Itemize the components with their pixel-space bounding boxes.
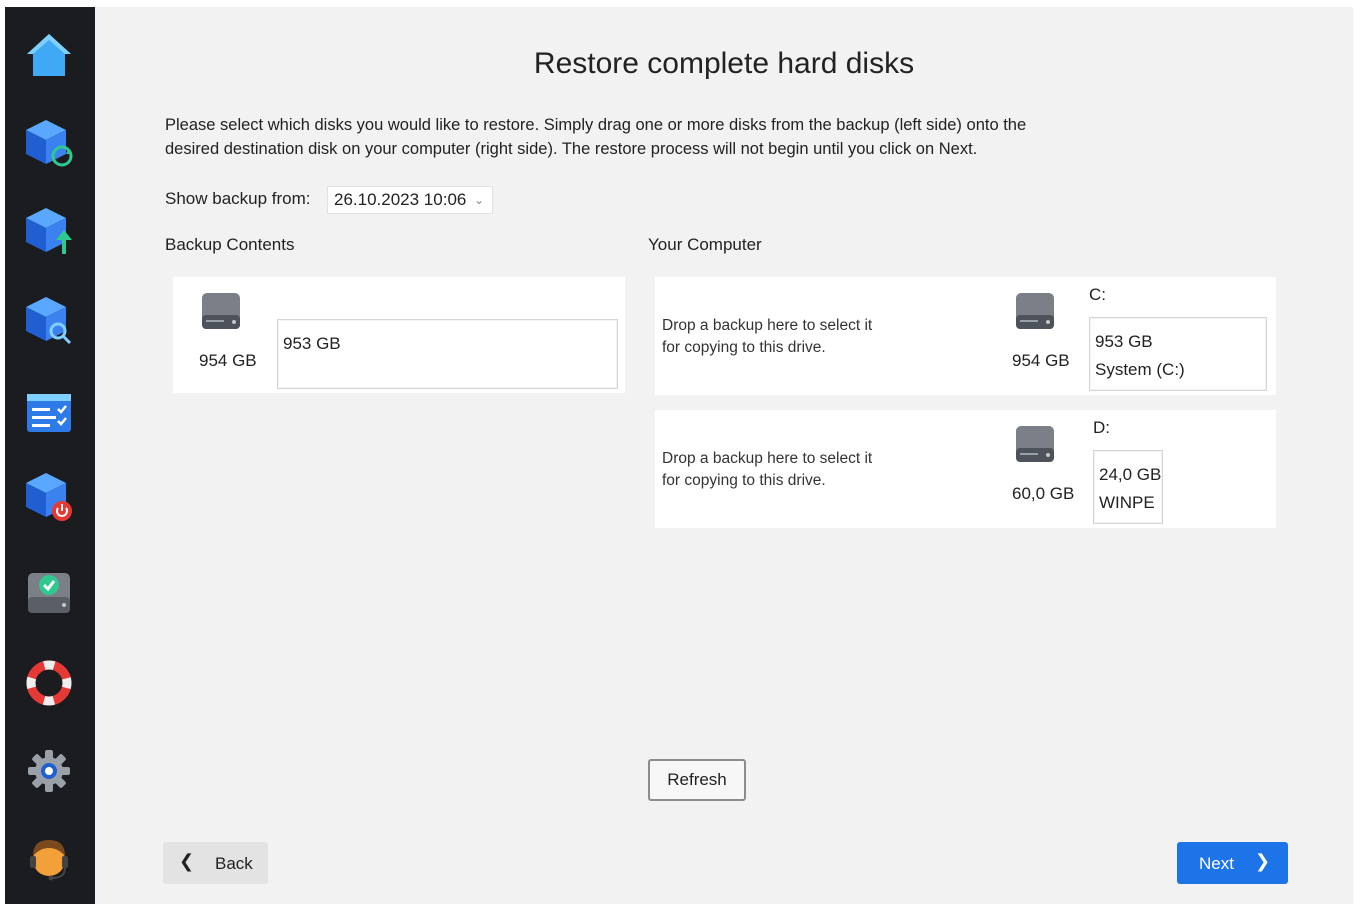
- hard-disk-icon: [201, 291, 241, 336]
- hard-disk-icon: [1015, 291, 1055, 336]
- drop-hint-line-2: for copying to this drive.: [662, 472, 826, 489]
- back-button-label: Back: [215, 854, 253, 873]
- drive-c-partition[interactable]: 953 GB System (C:): [1089, 317, 1267, 391]
- instructions-line-1: Please select which disks you would like…: [165, 116, 1027, 134]
- instructions-line-2: desired destination disk on your compute…: [165, 140, 978, 158]
- home-icon[interactable]: [19, 25, 79, 85]
- backup-disk-size: 954 GB: [199, 351, 257, 370]
- backup-power-icon[interactable]: [19, 467, 79, 527]
- chevron-down-icon: ⌄: [473, 193, 484, 207]
- drive-letter-d: D:: [1093, 418, 1110, 437]
- drive-c-partition-size: 953 GB: [1095, 332, 1153, 351]
- page-title: Restore complete hard disks: [533, 47, 915, 80]
- backup-search-icon[interactable]: [19, 290, 79, 350]
- drive-c-disk-size: 954 GB: [1012, 351, 1070, 370]
- backup-partition-size: 953 GB: [283, 334, 341, 353]
- backup-partition[interactable]: 953 GB: [277, 319, 618, 389]
- drop-target-drive-c[interactable]: Drop a backup here to select it for copy…: [655, 277, 1276, 395]
- chevron-right-icon: ❯: [1255, 851, 1271, 871]
- main-content: Restore complete hard disks Please selec…: [95, 7, 1353, 904]
- next-button[interactable]: Next ❯: [1177, 842, 1288, 884]
- drive-d-disk-size: 60,0 GB: [1012, 484, 1075, 503]
- drop-hint-line-1: Drop a backup here to select it: [662, 450, 873, 467]
- chevron-left-icon: ❮: [179, 851, 195, 871]
- backup-date-value: 26.10.2023 10:06: [334, 190, 467, 209]
- next-button-label: Next: [1199, 854, 1234, 873]
- drop-hint-c: Drop a backup here to select it for copy…: [662, 315, 872, 359]
- instructions-text: Please select which disks you would like…: [165, 113, 1125, 161]
- show-backup-label: Show backup from:: [165, 189, 311, 208]
- hard-disk-icon: [1015, 424, 1055, 469]
- drive-letter-c: C:: [1089, 285, 1106, 304]
- backup-disk-item[interactable]: 954 GB 953 GB: [173, 277, 625, 393]
- support-agent-icon[interactable]: [19, 830, 79, 890]
- backup-date-select[interactable]: 26.10.2023 10:06 ⌄: [327, 186, 493, 214]
- drive-c-partition-label: System (C:): [1095, 360, 1185, 379]
- drop-hint-line-1: Drop a backup here to select it: [662, 317, 873, 334]
- drop-hint-line-2: for copying to this drive.: [662, 339, 826, 356]
- settings-gear-icon[interactable]: [19, 741, 79, 801]
- drop-target-drive-d[interactable]: Drop a backup here to select it for copy…: [655, 410, 1276, 528]
- lifebuoy-icon[interactable]: [19, 653, 79, 713]
- sidebar: [5, 7, 95, 904]
- task-list-icon[interactable]: [19, 383, 79, 443]
- drive-d-partition-size: 24,0 GB: [1099, 465, 1162, 484]
- backup-upload-icon[interactable]: [19, 201, 79, 261]
- window-right-border: [1353, 0, 1360, 904]
- drive-d-partition-label: WINPE: [1099, 493, 1155, 512]
- backup-refresh-icon[interactable]: [19, 113, 79, 173]
- drive-check-icon[interactable]: [19, 562, 79, 622]
- drive-d-partition[interactable]: 24,0 GB WINPE: [1093, 450, 1163, 524]
- backup-contents-heading: Backup Contents: [165, 235, 295, 254]
- drop-hint-d: Drop a backup here to select it for copy…: [662, 448, 872, 492]
- refresh-button[interactable]: Refresh: [648, 759, 746, 801]
- your-computer-heading: Your Computer: [648, 235, 762, 254]
- back-button[interactable]: ❮ Back: [163, 842, 268, 884]
- window-top-border: [0, 0, 1360, 7]
